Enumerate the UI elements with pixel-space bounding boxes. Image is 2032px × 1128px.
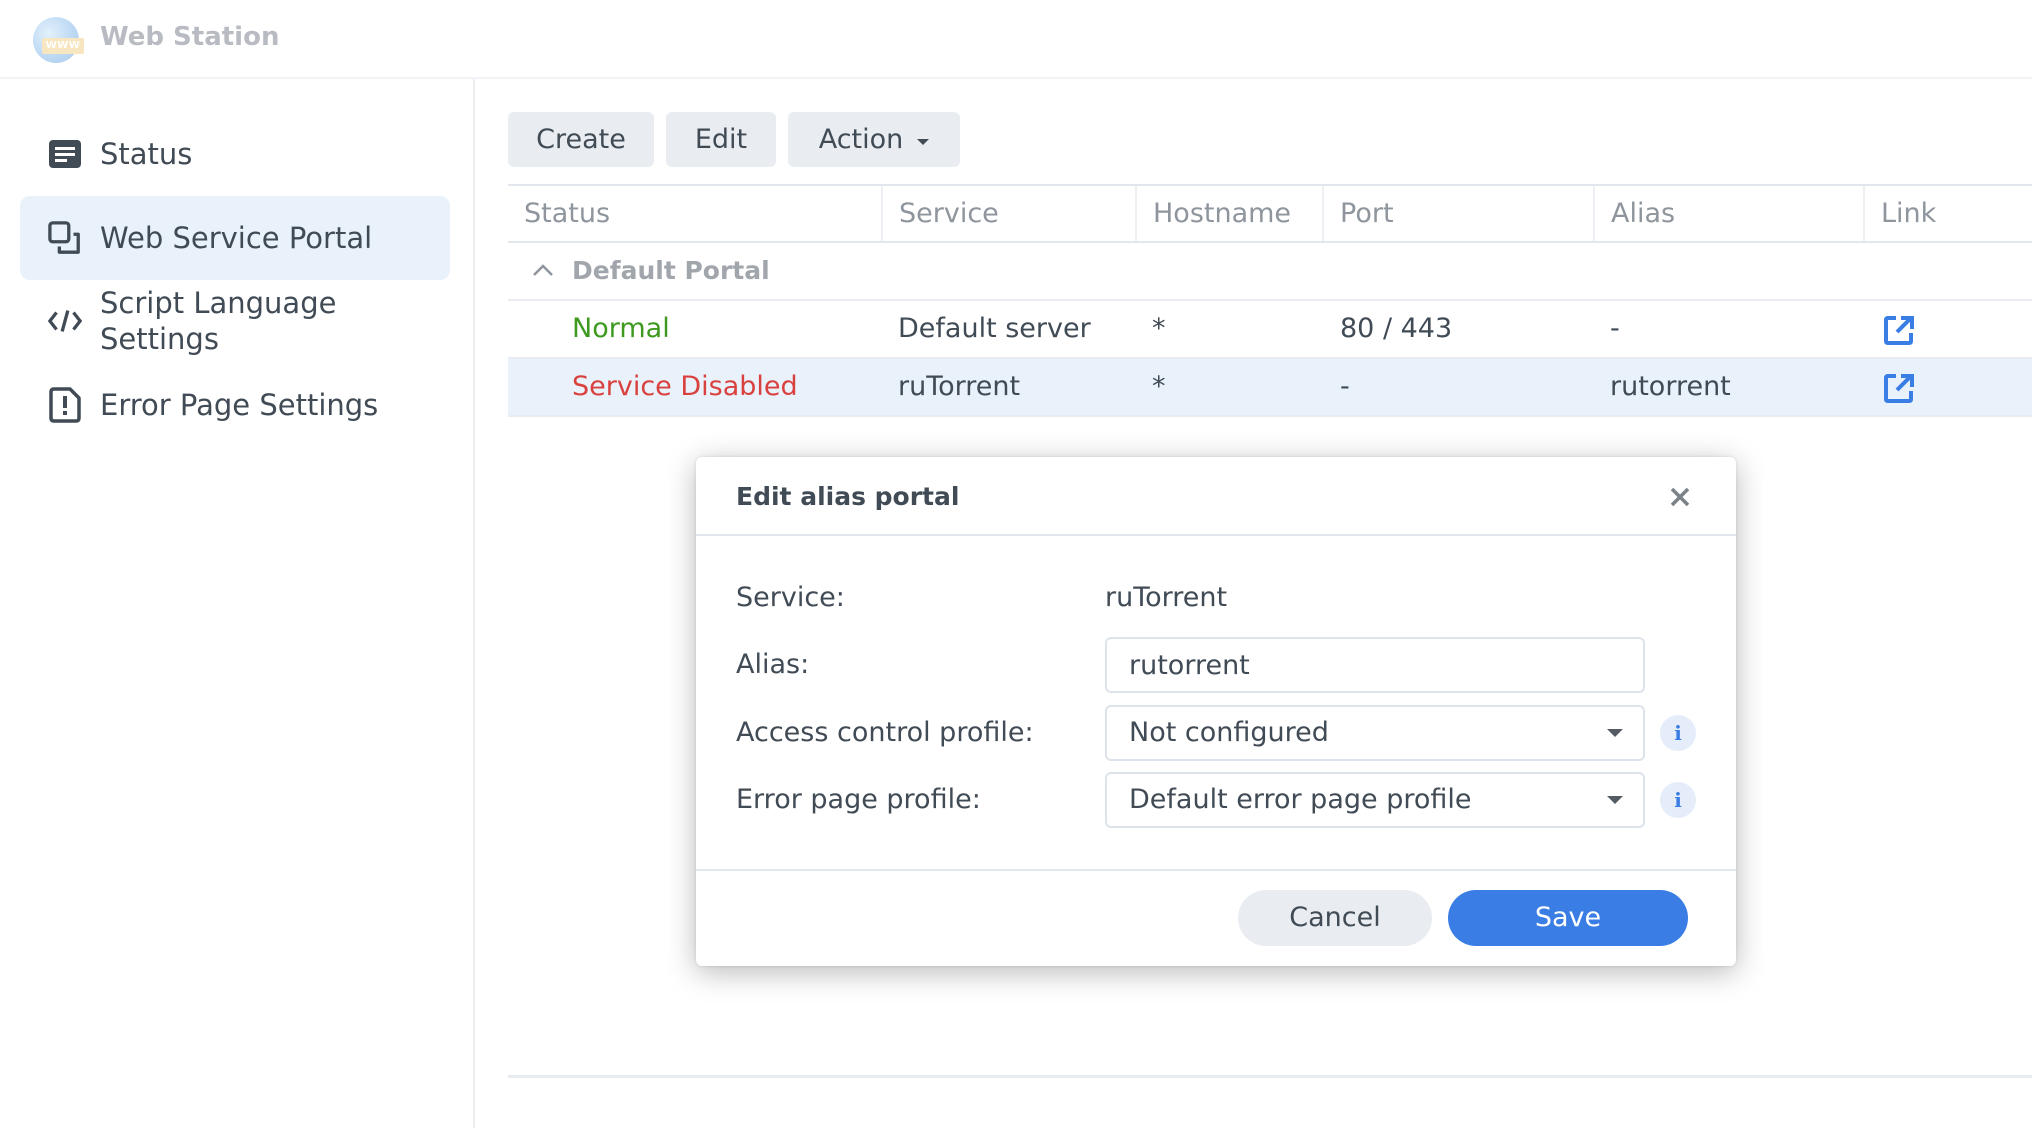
access-control-profile-value: Not configured (1129, 717, 1329, 748)
chevron-up-icon[interactable] (530, 257, 556, 283)
access-control-profile-label: Access control profile: (736, 717, 1034, 748)
status-cell: Normal (572, 313, 670, 344)
close-icon[interactable] (1662, 479, 1698, 515)
logo-www-badge: WWW (42, 38, 84, 54)
external-link-icon[interactable] (1884, 315, 1914, 345)
chevron-down-icon (917, 138, 930, 145)
grid-bottom-divider (508, 1075, 2032, 1078)
sidebar-item-status[interactable]: Status (20, 129, 450, 179)
column-header-service[interactable]: Service (881, 186, 1135, 241)
edit-button[interactable]: Edit (666, 112, 776, 167)
alias-input[interactable] (1105, 637, 1645, 693)
dropdown-caret-icon (1607, 796, 1623, 804)
alias-cell: rutorrent (1610, 371, 1731, 402)
column-header-port[interactable]: Port (1322, 186, 1593, 241)
hostname-cell: * (1152, 313, 1166, 344)
hostname-cell: * (1152, 371, 1166, 402)
column-header-alias[interactable]: Alias (1593, 186, 1863, 241)
code-icon (48, 304, 82, 338)
service-label: Service: (736, 582, 845, 613)
external-link-icon[interactable] (1884, 373, 1914, 403)
dialog-footer-divider (696, 869, 1736, 871)
column-header-hostname[interactable]: Hostname (1135, 186, 1322, 241)
dialog-header-divider (696, 534, 1736, 536)
create-button[interactable]: Create (508, 112, 654, 167)
port-cell: 80 / 443 (1340, 313, 1453, 344)
sidebar-item-label-line1: Script Language (100, 286, 337, 320)
access-control-profile-select[interactable]: Not configured (1105, 705, 1645, 761)
group-row-default-portal[interactable]: Default Portal (508, 243, 2032, 301)
service-value: ruTorrent (1105, 582, 1228, 613)
sidebar-item-label: Error Page Settings (100, 388, 379, 422)
alias-cell: - (1610, 313, 1620, 344)
error-page-profile-value: Default error page profile (1129, 784, 1472, 815)
table-row[interactable]: Normal Default server * 80 / 443 - (508, 301, 2032, 359)
table-row-selected[interactable]: Service Disabled ruTorrent * - rutorrent (508, 359, 2032, 417)
create-button-label: Create (536, 124, 626, 155)
status-cell: Service Disabled (572, 371, 798, 402)
error-page-profile-select[interactable]: Default error page profile (1105, 772, 1645, 828)
dialog-title: Edit alias portal (736, 482, 960, 511)
info-icon[interactable]: i (1660, 715, 1696, 751)
column-header-link[interactable]: Link (1863, 186, 2032, 241)
action-dropdown-button[interactable]: Action (788, 112, 960, 167)
save-button[interactable]: Save (1448, 890, 1688, 946)
service-cell: ruTorrent (898, 371, 1021, 402)
portal-windows-icon (48, 221, 82, 255)
service-cell: Default server (898, 313, 1091, 344)
action-button-label: Action (818, 124, 904, 155)
error-page-profile-label: Error page profile: (736, 784, 981, 815)
port-cell: - (1340, 371, 1350, 402)
alias-label: Alias: (736, 649, 810, 680)
sidebar-item-label-line2: Settings (100, 322, 219, 356)
app-title: Web Station (100, 22, 280, 52)
edit-button-label: Edit (694, 124, 748, 155)
sidebar-item-error-page-settings[interactable]: Error Page Settings (20, 379, 450, 431)
table-header: Status Service Hostname Port Alias Link (508, 184, 2032, 243)
cancel-button[interactable]: Cancel (1238, 890, 1432, 946)
column-header-status[interactable]: Status (508, 186, 881, 241)
title-bar: WWW Web Station (0, 0, 2032, 79)
info-icon[interactable]: i (1660, 782, 1696, 818)
status-list-icon (48, 137, 82, 171)
sidebar-item-label: Web Service Portal (100, 221, 373, 255)
dropdown-caret-icon (1607, 729, 1623, 737)
sidebar-item-web-service-portal[interactable]: Web Service Portal (20, 196, 450, 280)
sidebar-item-label: Status (100, 137, 193, 171)
group-label: Default Portal (572, 256, 770, 285)
edit-alias-portal-dialog: Edit alias portal Service: ruTorrent Ali… (696, 457, 1736, 966)
sidebar-item-script-language-settings[interactable]: Script Language Settings (20, 284, 450, 358)
sidebar: Status Web Service Portal Script Languag… (0, 79, 475, 1128)
web-station-logo-icon: WWW (33, 17, 84, 63)
error-document-icon (48, 387, 82, 423)
